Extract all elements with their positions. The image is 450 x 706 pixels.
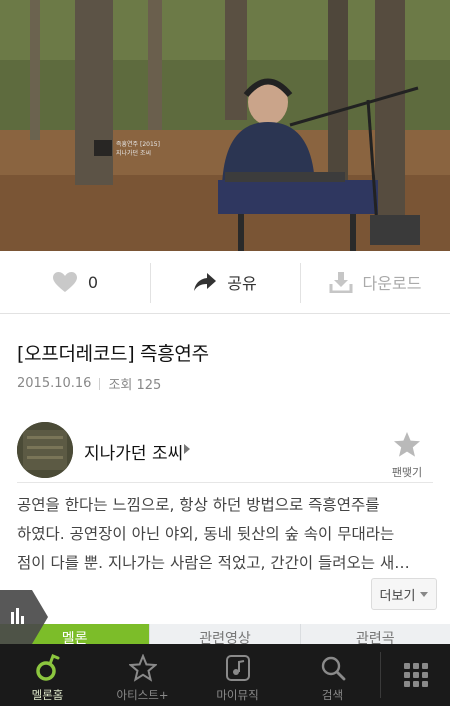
nav-label: 멜론홈 <box>31 688 64 702</box>
download-button[interactable]: 다운로드 <box>300 251 450 313</box>
artist-arrow-icon[interactable] <box>184 444 190 454</box>
bottom-nav: 멜론홈 아티스트+ 마이뮤직 검색 <box>0 644 450 706</box>
video-caption-line2: 지나가던 조씨 <box>116 149 151 157</box>
melon-note-icon <box>35 654 59 681</box>
video-title: [오프더레코드] 즉흥연주 <box>17 343 209 365</box>
nav-label: 아티스트+ <box>116 688 169 702</box>
share-button[interactable]: 공유 <box>150 251 300 313</box>
tab-strip: 멜론 관련영상 관련곡 <box>0 624 450 644</box>
action-bar: 0 공유 다운로드 <box>0 251 450 314</box>
nav-search[interactable]: 검색 <box>285 644 380 706</box>
tab-related-songs[interactable]: 관련곡 <box>299 624 450 644</box>
video-meta: 2015.10.16 조회 125 <box>17 374 161 393</box>
like-count: 0 <box>87 272 99 292</box>
artist-name[interactable]: 지나가던 조씨 <box>84 439 183 464</box>
nav-my-music[interactable]: 마이뮤직 <box>190 644 285 706</box>
download-icon <box>329 272 353 293</box>
avatar-image <box>17 422 73 478</box>
star-outline-icon <box>128 654 157 682</box>
tab-related-videos[interactable]: 관련영상 <box>149 624 300 644</box>
video-caption-line1: 즉흥연주 [2015] <box>116 140 160 148</box>
fan-button[interactable]: 팬맺기 <box>387 431 427 480</box>
share-label: 공유 <box>227 274 257 293</box>
menu-button[interactable] <box>381 644 450 706</box>
share-arrow-icon <box>194 273 217 291</box>
grid-menu-icon <box>403 663 428 687</box>
meta-divider <box>99 377 101 390</box>
stats-badge[interactable] <box>0 590 48 644</box>
upload-date: 2015.10.16 <box>17 376 92 391</box>
artist-row: 지나가던 조씨 팬맺기 <box>17 421 433 483</box>
video-frame: 즉흥연주 [2015] 지나가던 조씨 <box>0 0 450 251</box>
description-line: 점이 다를 뿐. 지나가는 사람은 적었고, 간간이 들려오는 새… <box>17 554 410 572</box>
bar-chart-icon <box>0 590 48 644</box>
more-button[interactable]: 더보기 <box>371 578 437 610</box>
description-line: 공연을 한다는 느낌으로, 항상 하던 방법으로 즉흥연주를 <box>17 496 380 514</box>
download-label: 다운로드 <box>362 274 422 293</box>
nav-label: 마이뮤직 <box>216 688 259 702</box>
nav-label: 검색 <box>321 688 344 702</box>
description: 공연을 한다는 느낌으로, 항상 하던 방법으로 즉흥연주를 하였다. 공연장이… <box>17 491 433 578</box>
view-count: 조회 125 <box>108 378 162 393</box>
fan-label: 팬맺기 <box>391 466 423 479</box>
artist-avatar[interactable] <box>17 422 73 478</box>
search-icon <box>321 656 345 681</box>
nav-melon-home[interactable]: 멜론홈 <box>0 644 95 706</box>
chevron-down-icon <box>420 591 429 597</box>
description-line: 하였다. 공연장이 아닌 야외, 동네 뒷산의 숲 속이 무대라는 <box>17 525 395 543</box>
heart-icon <box>52 272 77 292</box>
music-note-box-icon <box>225 655 250 681</box>
nav-artist-plus[interactable]: 아티스트+ <box>95 644 190 706</box>
like-button[interactable]: 0 <box>0 251 150 313</box>
star-icon <box>394 432 420 457</box>
more-label: 더보기 <box>379 588 416 604</box>
video-player[interactable]: 즉흥연주 [2015] 지나가던 조씨 <box>0 0 450 251</box>
